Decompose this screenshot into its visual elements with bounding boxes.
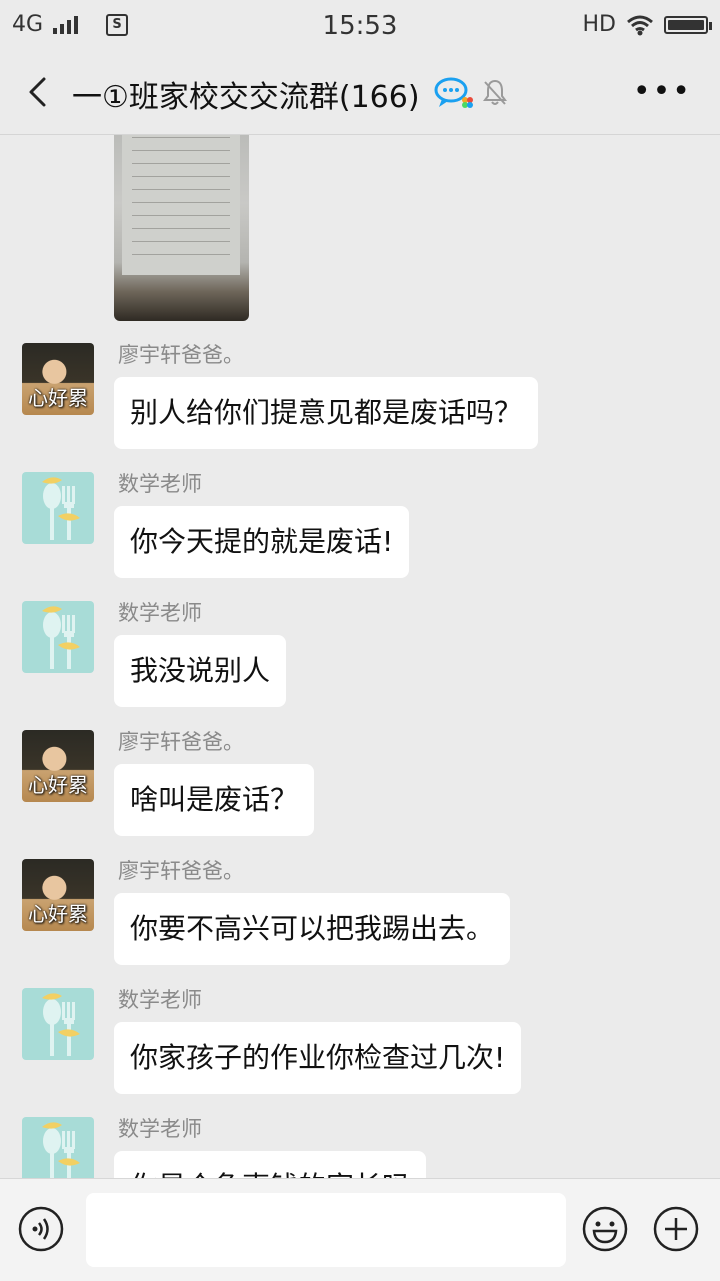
avatar[interactable]: 心好累	[22, 859, 94, 931]
sender-name: 数学老师	[118, 1117, 202, 1141]
wifi-icon	[627, 15, 653, 35]
avatar[interactable]	[22, 988, 94, 1060]
message-bubble[interactable]: 你家孩子的作业你检查过几次!	[114, 1022, 522, 1094]
message-bubble[interactable]: 你要不高兴可以把我踢出去。	[114, 893, 511, 965]
mute-bell-icon	[483, 79, 507, 105]
back-icon[interactable]	[22, 74, 58, 110]
message-bubble[interactable]: 你是个急事钱的家长吗	[114, 1151, 427, 1178]
chat-header: 一①班家校交交流群(166) •••	[0, 50, 720, 135]
spoon-fork-icon	[42, 606, 80, 669]
group-chat-icon[interactable]	[434, 76, 474, 110]
hd-indicator: HD	[582, 12, 616, 37]
battery-icon	[664, 15, 712, 34]
avatar[interactable]	[22, 472, 94, 544]
spoon-fork-icon	[42, 477, 80, 540]
message-bubble[interactable]: 我没说别人	[114, 635, 287, 707]
avatar[interactable]: 心好累	[22, 730, 94, 802]
input-bar	[0, 1178, 720, 1281]
group-title: 一①班家校交交流群(166)	[72, 80, 420, 115]
avatar[interactable]	[22, 1117, 94, 1178]
image-message[interactable]	[114, 135, 249, 321]
more-menu-icon[interactable]: •••	[633, 74, 692, 109]
chat-messages[interactable]: 心好累 廖宇轩爸爸。 别人给你们提意见都是废话吗？ 数学老师 你今天提的就是废话…	[0, 135, 720, 1178]
sender-name: 廖宇轩爸爸。	[118, 343, 244, 367]
sender-name: 廖宇轩爸爸。	[118, 859, 244, 883]
sender-name: 数学老师	[118, 601, 202, 625]
sender-name: 廖宇轩爸爸。	[118, 730, 244, 754]
sender-name: 数学老师	[118, 988, 202, 1012]
message-bubble[interactable]: 你今天提的就是废话!	[114, 506, 410, 578]
sender-name: 数学老师	[118, 472, 202, 496]
spoon-fork-icon	[42, 1122, 80, 1178]
status-bar: 4G S 15:53 HD	[0, 0, 720, 50]
plus-icon[interactable]	[653, 1206, 699, 1252]
message-bubble[interactable]: 啥叫是废话？	[114, 764, 315, 836]
message-input[interactable]	[86, 1193, 566, 1267]
emoji-icon[interactable]	[582, 1206, 628, 1252]
voice-icon[interactable]	[18, 1206, 64, 1252]
spoon-fork-icon	[42, 993, 80, 1056]
message-bubble[interactable]: 别人给你们提意见都是废话吗？	[114, 377, 539, 449]
avatar[interactable]	[22, 601, 94, 673]
avatar[interactable]: 心好累	[22, 343, 94, 415]
